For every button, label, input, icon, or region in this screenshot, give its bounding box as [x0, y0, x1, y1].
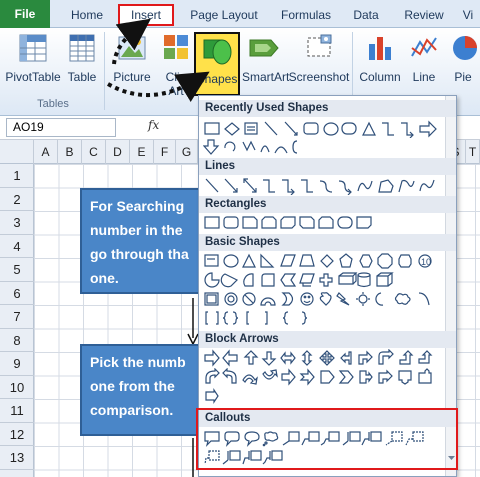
shape-row-arrows-2[interactable]	[203, 368, 443, 386]
column-header[interactable]: T	[466, 140, 480, 164]
block-arrows-icon	[205, 388, 219, 404]
clipart-button[interactable]: Clip Art	[160, 32, 192, 98]
tab-page-layout[interactable]: Page Layout	[180, 4, 268, 26]
column-header[interactable]: C	[82, 140, 106, 164]
row-header[interactable]: 3	[0, 211, 34, 235]
shape-row-basic-3[interactable]	[203, 290, 443, 308]
tab-formulas[interactable]: Formulas	[272, 4, 340, 26]
row-header[interactable]: 11	[0, 399, 34, 423]
name-box[interactable]: AO19	[6, 118, 116, 137]
column-header[interactable]: A	[34, 140, 58, 164]
tab-data[interactable]: Data	[344, 4, 388, 26]
row-header[interactable]: 7	[0, 305, 34, 329]
tab-view[interactable]: Vi	[456, 4, 480, 26]
tab-insert[interactable]: Insert	[118, 4, 174, 26]
row-header[interactable]: 13	[0, 446, 34, 470]
flowchart-box-pick[interactable]: Pick the numb one from the comparison.	[80, 344, 200, 436]
shape-row-arrows-1[interactable]	[203, 349, 443, 367]
tab-home[interactable]: Home	[62, 4, 112, 26]
row-header[interactable]: 8	[0, 329, 34, 352]
select-all-corner[interactable]	[0, 140, 34, 164]
smartart-button[interactable]: SmartArt	[242, 32, 290, 94]
pivottable-button[interactable]: PivotTable	[4, 32, 62, 94]
shape-row-basic-4[interactable]	[203, 309, 323, 327]
screenshot-button[interactable]: Screenshot	[288, 32, 350, 94]
shape-row-recent-1[interactable]	[203, 120, 443, 138]
picture-button[interactable]: Picture	[110, 32, 154, 94]
section-rectangles: Rectangles	[199, 196, 456, 213]
pie-chart-button[interactable]: Pie	[446, 32, 480, 94]
column-header[interactable]: D	[106, 140, 130, 164]
column-header[interactable]: G	[176, 140, 198, 164]
shape-row-arrows-3[interactable]	[203, 387, 323, 405]
shape-row-rectangles[interactable]	[203, 214, 383, 232]
line-chart-label: Line	[412, 70, 436, 84]
column-chart-button[interactable]: Column	[356, 32, 404, 94]
picture-icon	[118, 36, 146, 60]
column-chart-icon	[369, 37, 391, 60]
row-header[interactable]: 2	[0, 188, 34, 211]
basic-shapes-icon	[205, 311, 308, 325]
shapes-label: Shapes	[196, 72, 238, 86]
column-header[interactable]: E	[130, 140, 154, 164]
row-header[interactable]: 10	[0, 376, 34, 399]
basic-shapes-icon	[204, 292, 430, 306]
shapes-button[interactable]: Shapes	[194, 32, 240, 96]
shape-row-lines[interactable]	[203, 177, 443, 195]
table-label: Table	[67, 70, 97, 84]
shapes-icon	[203, 39, 232, 65]
recent-shapes-icon	[204, 120, 437, 138]
fx-icon[interactable]: fx	[148, 118, 159, 132]
callouts-highlight	[196, 408, 458, 470]
column-header[interactable]: B	[58, 140, 82, 164]
smartart-icon	[249, 39, 279, 57]
clipart-label: Clip	[165, 70, 187, 84]
clipart-icon	[164, 35, 188, 59]
tab-review[interactable]: Review	[396, 4, 452, 26]
row-header-bar: 1 2 3 4 5 6 7 8 9 10 11 12 13	[0, 164, 34, 477]
line-chart-button[interactable]: Line	[406, 32, 442, 94]
section-block-arrows: Block Arrows	[199, 331, 456, 348]
block-arrows-icon	[204, 349, 433, 367]
line-shapes-icon	[205, 178, 435, 195]
section-recently-used-shapes: Recently Used Shapes	[199, 100, 456, 117]
row-header[interactable]: 6	[0, 282, 34, 305]
table-button[interactable]: Table	[64, 32, 100, 94]
group-separator	[104, 32, 105, 110]
basic-shapes-icon: 10	[204, 253, 432, 269]
row-header[interactable]: 4	[0, 235, 34, 258]
svg-text:10: 10	[421, 257, 431, 267]
row-header[interactable]: 12	[0, 423, 34, 446]
row-header[interactable]: 5	[0, 258, 34, 282]
pie-chart-label: Pie	[454, 70, 472, 84]
shape-row-basic-1[interactable]: 10	[203, 252, 443, 270]
section-lines: Lines	[199, 158, 456, 175]
picture-label: Picture	[113, 70, 151, 84]
ribbon-tab-bar: File Home Insert Page Layout Formulas Da…	[0, 0, 480, 28]
block-arrows-icon	[205, 368, 432, 386]
row-header[interactable]: 9	[0, 352, 34, 376]
table-icon	[69, 34, 95, 62]
recent-shapes-icon	[203, 139, 298, 155]
basic-shapes-icon	[204, 272, 394, 288]
column-header[interactable]: F	[154, 140, 176, 164]
section-basic-shapes: Basic Shapes	[199, 234, 456, 251]
line-chart-icon	[411, 37, 437, 57]
tab-file[interactable]: File	[0, 0, 50, 28]
row-header[interactable]: 1	[0, 164, 34, 188]
pivottable-label: PivotTable	[5, 70, 61, 84]
flowchart-box-search[interactable]: For Searching number in the go through t…	[80, 188, 200, 294]
pivottable-icon	[19, 34, 47, 62]
shape-row-recent-2[interactable]	[203, 138, 323, 156]
screenshot-icon	[307, 34, 332, 57]
shape-row-basic-2[interactable]	[203, 271, 443, 289]
column-chart-label: Column	[359, 70, 401, 84]
screenshot-label: Screenshot	[288, 70, 350, 84]
tables-group-label: Tables	[37, 98, 69, 110]
clipart-label-2: Art	[168, 84, 184, 98]
pie-chart-icon	[453, 36, 477, 60]
smartart-label: SmartArt	[242, 70, 290, 84]
rectangle-shapes-icon	[204, 216, 372, 229]
